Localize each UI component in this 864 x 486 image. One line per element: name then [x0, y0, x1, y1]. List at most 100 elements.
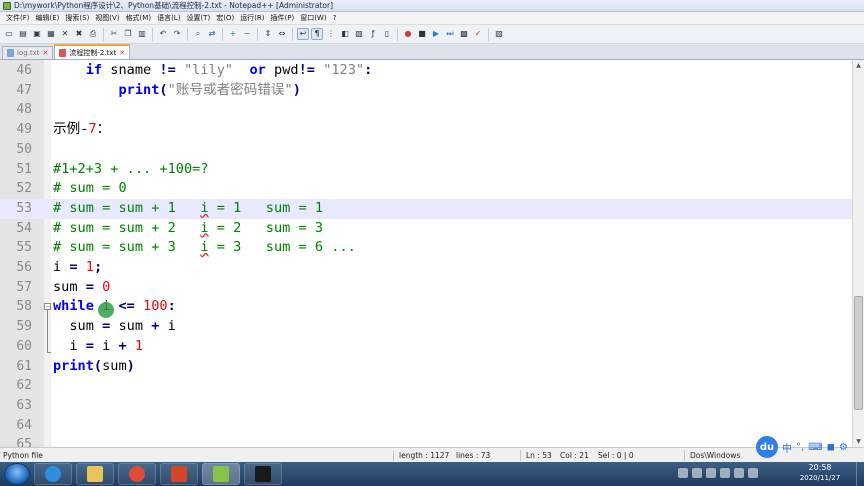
code-line[interactable]: 56 i = 1;: [0, 258, 852, 278]
sync-h-icon[interactable]: ⇔: [276, 28, 288, 40]
code-text[interactable]: 示例-7：: [53, 121, 110, 138]
tab-file[interactable]: log.txt ✕: [2, 46, 54, 59]
code-line[interactable]: 53 # sum = sum + 1 i = 1 sum = 1: [0, 198, 852, 219]
code-text[interactable]: # sum = 0: [53, 180, 127, 197]
replace-icon[interactable]: ⇄: [206, 28, 218, 40]
code-line[interactable]: 49 示例-7：: [0, 120, 852, 140]
code-line[interactable]: 63: [0, 396, 852, 416]
save-icon[interactable]: ▣: [31, 28, 43, 40]
menu-item[interactable]: ?: [330, 14, 340, 22]
code-text[interactable]: #1+2+3 + ... +100=?: [53, 161, 209, 178]
start-button[interactable]: [4, 463, 30, 485]
vertical-scrollbar[interactable]: ▲ ▼: [852, 60, 864, 447]
redo-icon[interactable]: ↷: [171, 28, 183, 40]
find-icon[interactable]: ⌕: [192, 28, 204, 40]
scroll-up-icon[interactable]: ▲: [853, 60, 864, 71]
menu-item[interactable]: 窗口(W): [297, 13, 329, 23]
code-line[interactable]: 60 i = i + 1: [0, 337, 852, 357]
sync-v-icon[interactable]: ⇕: [262, 28, 274, 40]
system-clock[interactable]: 20:58 2020/11/27: [788, 463, 852, 483]
word-wrap-icon[interactable]: ↩: [297, 28, 309, 40]
code-line[interactable]: 55 # sum = sum + 3 i = 3 sum = 6 ...: [0, 238, 852, 258]
code-text[interactable]: # sum = sum + 3 i = 3 sum = 6 ...: [53, 239, 356, 256]
menu-item[interactable]: 插件(P): [268, 13, 298, 23]
fold-collapse-icon[interactable]: −: [44, 303, 51, 311]
tray-more-icon[interactable]: [748, 468, 758, 478]
code-text[interactable]: print(sum): [53, 358, 135, 375]
code-line[interactable]: 50: [0, 140, 852, 160]
scrollbar-thumb[interactable]: [854, 296, 863, 410]
new-file-icon[interactable]: ▭: [3, 28, 15, 40]
taskbar-app-button[interactable]: [160, 463, 198, 485]
ime-skin-icon[interactable]: ◼: [827, 442, 835, 453]
taskbar-app-button[interactable]: [118, 463, 156, 485]
play-macro-icon[interactable]: ▶: [430, 28, 442, 40]
close-all-icon[interactable]: ✖: [73, 28, 85, 40]
show-all-chars-icon[interactable]: ¶: [311, 28, 323, 40]
ime-keyboard-icon[interactable]: ⌨: [808, 442, 822, 453]
doc-map-icon[interactable]: ▧: [353, 28, 365, 40]
code-line[interactable]: 58 while i <= 100:: [0, 297, 852, 317]
print-icon[interactable]: ⎙: [87, 28, 99, 40]
taskbar-app-button[interactable]: [76, 463, 114, 485]
taskbar-app-button[interactable]: [202, 463, 240, 485]
code-text[interactable]: i = i + 1: [53, 338, 143, 355]
code-text[interactable]: while i <= 100:: [53, 298, 176, 315]
code-editor[interactable]: 46 if sname != "lily" or pwd!= "123": 47 …: [0, 60, 852, 447]
code-line[interactable]: 51 #1+2+3 + ... +100=?: [0, 160, 852, 180]
taskbar-app-button[interactable]: [34, 463, 72, 485]
doc-switcher-icon[interactable]: ▨: [493, 28, 505, 40]
code-text[interactable]: sum = 0: [53, 279, 110, 296]
code-text[interactable]: # sum = sum + 1 i = 1 sum = 1: [53, 200, 323, 217]
code-text[interactable]: if sname != "lily" or pwd!= "123":: [53, 62, 373, 79]
show-desktop-button[interactable]: [856, 462, 864, 486]
menu-item[interactable]: 视图(V): [92, 13, 122, 23]
menu-item[interactable]: 宏(O): [213, 13, 237, 23]
folder-workspace-icon[interactable]: ▯: [381, 28, 393, 40]
open-file-icon[interactable]: ▤: [17, 28, 29, 40]
code-line[interactable]: 59 sum = sum + i: [0, 317, 852, 337]
close-icon[interactable]: ✕: [43, 49, 49, 57]
scroll-down-icon[interactable]: ▼: [853, 436, 864, 447]
code-line[interactable]: 48: [0, 100, 852, 120]
indent-guide-icon[interactable]: ⋮: [325, 28, 337, 40]
code-text[interactable]: i = 1;: [53, 259, 102, 276]
function-list-icon[interactable]: ƒ: [367, 28, 379, 40]
ime-mode-toggle[interactable]: 中: [782, 440, 792, 455]
taskbar-app-button[interactable]: [244, 463, 282, 485]
paste-icon[interactable]: ▥: [136, 28, 148, 40]
ime-settings-icon[interactable]: ⚙: [839, 442, 848, 453]
undo-icon[interactable]: ↶: [157, 28, 169, 40]
stop-record-icon[interactable]: ■: [416, 28, 428, 40]
user-lang-icon[interactable]: ◧: [339, 28, 351, 40]
copy-icon[interactable]: ❐: [122, 28, 134, 40]
save-all-icon[interactable]: ▦: [45, 28, 57, 40]
code-line[interactable]: 52 # sum = 0: [0, 179, 852, 199]
code-line[interactable]: 57 sum = 0: [0, 278, 852, 298]
tab-active-file[interactable]: 流程控制-2.txt ✕: [54, 44, 131, 59]
code-line[interactable]: 64: [0, 416, 852, 436]
code-line[interactable]: 46 if sname != "lily" or pwd!= "123":: [0, 61, 852, 81]
baidu-ime-icon[interactable]: du: [756, 436, 778, 458]
menu-item[interactable]: 语言(L): [154, 13, 183, 23]
spell-check-icon[interactable]: ✓: [472, 28, 484, 40]
code-text[interactable]: # sum = sum + 2 i = 2 sum = 3: [53, 220, 323, 237]
menu-item[interactable]: 设置(T): [183, 13, 213, 23]
ime-punct-toggle[interactable]: °,: [796, 442, 804, 453]
menu-item[interactable]: 文件(F): [3, 13, 33, 23]
close-icon[interactable]: ✕: [119, 49, 125, 57]
play-multiple-icon[interactable]: ⏭: [444, 28, 456, 40]
code-text[interactable]: print("账号或者密码错误"): [53, 82, 300, 99]
menu-item[interactable]: 格式(M): [123, 13, 155, 23]
code-line[interactable]: 47 print("账号或者密码错误"): [0, 81, 852, 101]
code-line[interactable]: 65: [0, 435, 852, 447]
cut-icon[interactable]: ✂: [108, 28, 120, 40]
zoom-in-icon[interactable]: +: [227, 28, 239, 40]
menu-item[interactable]: 运行(R): [237, 13, 267, 23]
tray-network-icon[interactable]: [706, 468, 716, 478]
code-line[interactable]: 62: [0, 376, 852, 396]
record-macro-icon[interactable]: ●: [402, 28, 414, 40]
code-line[interactable]: 54 # sum = sum + 2 i = 2 sum = 3: [0, 219, 852, 239]
zoom-out-icon[interactable]: −: [241, 28, 253, 40]
tray-ime-icon[interactable]: [734, 468, 744, 478]
